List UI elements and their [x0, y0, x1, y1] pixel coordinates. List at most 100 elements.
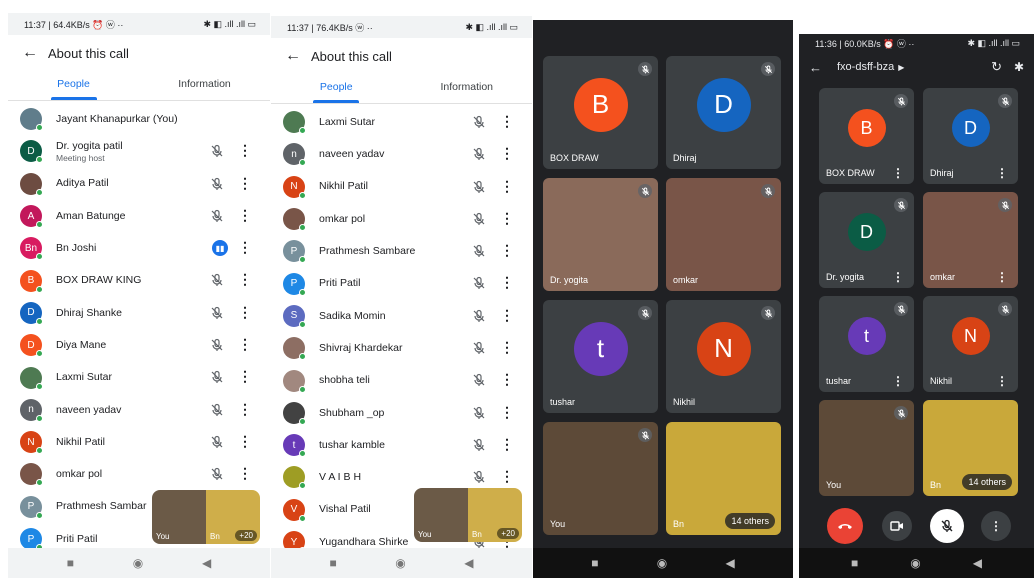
participant-row[interactable]: Aditya Patil ⋮	[8, 168, 270, 200]
participant-video-tile[interactable]: You	[819, 400, 914, 496]
more-options-icon[interactable]: ⋮	[500, 210, 514, 226]
self-preview-pip[interactable]: You Bn +20	[152, 490, 260, 544]
participant-row[interactable]: Jayant Khanapurkar (You)	[8, 103, 270, 135]
participant-row[interactable]: n naveen yadav ⋮	[8, 394, 270, 426]
tile-more-options-icon[interactable]: ⋮	[892, 166, 904, 180]
more-options-icon[interactable]: ⋮	[500, 371, 514, 387]
participant-tile[interactable]: t tushar	[543, 300, 658, 413]
participant-row[interactable]: B BOX DRAW KING ⋮	[8, 264, 270, 296]
tab-information[interactable]: Information	[139, 71, 270, 101]
participant-video-tile[interactable]: omkar	[666, 178, 781, 291]
participant-tile[interactable]: t tushar ⋮	[819, 296, 914, 392]
participant-row[interactable]: N Nikhil Patil ⋮	[8, 426, 270, 458]
participant-tile[interactable]: N Nikhil ⋮	[923, 296, 1018, 392]
more-options-icon[interactable]: ⋮	[500, 274, 514, 290]
meeting-code[interactable]: fxo-dsff-bza	[837, 61, 894, 73]
tile-more-options-icon[interactable]: ⋮	[996, 270, 1008, 284]
participant-video-tile[interactable]: You	[543, 422, 658, 535]
more-options-icon[interactable]: ⋮	[500, 242, 514, 258]
more-options-icon[interactable]: ⋮	[238, 465, 252, 481]
home-icon[interactable]: ◉	[910, 556, 920, 570]
participant-tile[interactable]: B BOX DRAW ⋮	[819, 88, 914, 184]
tab-people[interactable]: People	[8, 71, 139, 101]
participant-row[interactable]: A Aman Batunge ⋮	[8, 200, 270, 232]
participant-tile[interactable]: D Dhiraj	[666, 56, 781, 169]
home-icon[interactable]: ◉	[133, 556, 143, 570]
tab-people[interactable]: People	[271, 74, 402, 104]
more-options-icon[interactable]: ⋮	[238, 239, 252, 255]
participant-tile[interactable]: D Dhiraj ⋮	[923, 88, 1018, 184]
participant-tile[interactable]: D Dr. yogita ⋮	[819, 192, 914, 288]
participant-row[interactable]: P Prathmesh Sambare ⋮	[271, 235, 532, 267]
participant-row[interactable]: shobha teli ⋮	[271, 364, 532, 396]
more-options-icon[interactable]: ⋮	[500, 145, 514, 161]
end-call-button[interactable]	[827, 508, 863, 544]
tile-more-options-icon[interactable]: ⋮	[892, 374, 904, 388]
tile-more-options-icon[interactable]: ⋮	[892, 270, 904, 284]
back-nav-icon[interactable]: ◀	[464, 556, 473, 570]
participant-row[interactable]: Shivraj Khardekar ⋮	[271, 332, 532, 364]
more-options-icon[interactable]: ⋮	[500, 339, 514, 355]
participant-row[interactable]: omkar pol ⋮	[8, 458, 270, 490]
tile-more-options-icon[interactable]: ⋮	[996, 166, 1008, 180]
chevron-right-icon[interactable]: ▶	[898, 63, 904, 72]
participant-row[interactable]: t tushar kamble ⋮	[271, 429, 532, 461]
back-arrow-icon[interactable]: ←	[809, 60, 837, 75]
more-options-icon[interactable]: ⋮	[500, 436, 514, 452]
participant-row[interactable]: N Nikhil Patil ⋮	[271, 171, 532, 203]
back-arrow-icon[interactable]: ←	[22, 44, 48, 62]
more-options-icon[interactable]: ⋮	[238, 368, 252, 384]
more-options-icon[interactable]: ⋮	[238, 433, 252, 449]
more-options-icon[interactable]: ⋮	[500, 307, 514, 323]
back-nav-icon[interactable]: ◀	[725, 556, 734, 570]
more-options-icon[interactable]: ⋮	[500, 468, 514, 484]
recent-apps-icon[interactable]: ■	[591, 556, 598, 570]
participant-row[interactable]: Laxmi Sutar ⋮	[271, 106, 532, 138]
participant-row[interactable]: omkar pol ⋮	[271, 203, 532, 235]
bluetooth-audio-icon[interactable]: ✱	[1014, 60, 1024, 74]
more-options-button[interactable]: ⋮	[981, 511, 1011, 541]
back-arrow-icon[interactable]: ←	[285, 47, 311, 65]
participant-row[interactable]: Shubham _op ⋮	[271, 397, 532, 429]
home-icon[interactable]: ◉	[395, 556, 405, 570]
more-options-icon[interactable]: ⋮	[238, 401, 252, 417]
more-options-icon[interactable]: ⋮	[500, 113, 514, 129]
more-options-icon[interactable]: ⋮	[238, 336, 252, 352]
back-nav-icon[interactable]: ◀	[202, 556, 211, 570]
recent-apps-icon[interactable]: ■	[67, 556, 74, 570]
more-options-icon[interactable]: ⋮	[238, 175, 252, 191]
participant-row[interactable]: D Dhiraj Shanke ⋮	[8, 297, 270, 329]
participant-video-tile[interactable]: Bn 14 others	[666, 422, 781, 535]
home-icon[interactable]: ◉	[657, 556, 667, 570]
participant-row[interactable]: Bn Bn Joshi ▮▮ ⋮	[8, 232, 270, 264]
participant-row[interactable]: D Dr. yogita patil Meeting host ⋮	[8, 135, 270, 167]
tab-information[interactable]: Information	[402, 74, 533, 104]
participant-tile[interactable]: B BOX DRAW	[543, 56, 658, 169]
more-options-icon[interactable]: ⋮	[500, 178, 514, 194]
participant-tile[interactable]: N Nikhil	[666, 300, 781, 413]
pip-bn-video: Bn +20	[206, 490, 260, 544]
participant-video-tile[interactable]: Dr. yogita	[543, 178, 658, 291]
tile-more-options-icon[interactable]: ⋮	[996, 374, 1008, 388]
more-options-icon[interactable]: ⋮	[238, 304, 252, 320]
participant-row[interactable]: Laxmi Sutar ⋮	[8, 361, 270, 393]
camera-toggle-button[interactable]	[882, 511, 912, 541]
recent-apps-icon[interactable]: ■	[330, 556, 337, 570]
participant-row[interactable]: D Diya Mane ⋮	[8, 329, 270, 361]
more-options-icon[interactable]: ⋮	[238, 142, 252, 158]
mic-toggle-button[interactable]	[930, 509, 964, 543]
more-options-icon[interactable]: ⋮	[238, 207, 252, 223]
self-preview-pip[interactable]: You Bn +20	[414, 488, 522, 542]
more-options-icon[interactable]: ⋮	[238, 271, 252, 287]
back-nav-icon[interactable]: ◀	[973, 556, 982, 570]
participant-video-tile[interactable]: Bn 14 others	[923, 400, 1018, 496]
participant-row[interactable]: n naveen yadav ⋮	[271, 138, 532, 170]
switch-camera-icon[interactable]: ↻	[991, 59, 1002, 75]
more-options-icon[interactable]: ⋮	[500, 404, 514, 420]
participant-video-tile[interactable]: omkar ⋮	[923, 192, 1018, 288]
participant-row[interactable]: P Priti Patil ⋮	[271, 267, 532, 299]
others-count-badge[interactable]: 14 others	[725, 513, 775, 529]
recent-apps-icon[interactable]: ■	[851, 556, 858, 570]
participant-row[interactable]: S Sadika Momin ⋮	[271, 300, 532, 332]
others-count-badge[interactable]: 14 others	[962, 474, 1012, 490]
